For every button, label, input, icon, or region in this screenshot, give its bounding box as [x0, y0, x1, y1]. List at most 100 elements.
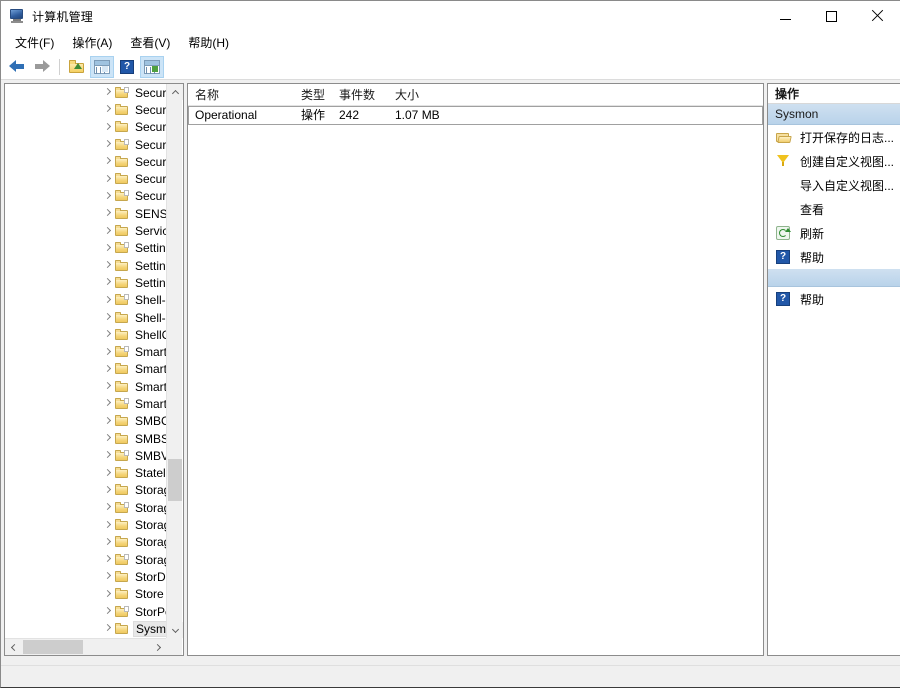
vertical-scroll-thumb[interactable]: [168, 459, 182, 501]
close-button[interactable]: [854, 1, 900, 31]
scroll-down-button[interactable]: [167, 622, 183, 638]
chevron-right-icon[interactable]: [102, 555, 112, 565]
tree-item[interactable]: Smart: [5, 361, 166, 378]
tree-item[interactable]: Sysmo: [5, 620, 166, 637]
menu-action[interactable]: 操作(A): [63, 31, 121, 55]
tree-item[interactable]: SENS: [5, 205, 166, 222]
help-button[interactable]: ?: [115, 56, 139, 78]
tree-item[interactable]: Shell-: [5, 292, 166, 309]
chevron-right-icon[interactable]: [102, 140, 112, 150]
action-help[interactable]: ? 帮助: [768, 245, 900, 269]
tree-item[interactable]: Smart: [5, 378, 166, 395]
up-one-level-button[interactable]: [65, 56, 89, 78]
tree-item[interactable]: Statel: [5, 465, 166, 482]
chevron-right-icon[interactable]: [102, 122, 112, 132]
chevron-right-icon[interactable]: [102, 157, 112, 167]
chevron-right-icon[interactable]: [102, 572, 112, 582]
action-help-secondary[interactable]: ? 帮助: [768, 287, 900, 311]
action-create-custom-view[interactable]: 创建自定义视图...: [768, 149, 900, 173]
chevron-right-icon[interactable]: [102, 416, 112, 426]
chevron-right-icon[interactable]: [102, 589, 112, 599]
tree-item[interactable]: StorD: [5, 568, 166, 585]
maximize-button[interactable]: [808, 1, 854, 31]
back-button[interactable]: [5, 56, 29, 78]
folder-icon: [115, 605, 129, 618]
tree-item[interactable]: Storag: [5, 534, 166, 551]
chevron-right-icon[interactable]: [102, 607, 112, 617]
tree-item[interactable]: Store: [5, 586, 166, 603]
chevron-right-icon[interactable]: [102, 226, 112, 236]
column-event-count[interactable]: 事件数: [332, 84, 388, 106]
tree-item[interactable]: Settin: [5, 257, 166, 274]
tree-item[interactable]: Storag: [5, 482, 166, 499]
open-folder-icon: [776, 130, 792, 144]
tree-item[interactable]: Smart: [5, 395, 166, 412]
chevron-right-icon[interactable]: [102, 105, 112, 115]
chevron-right-icon[interactable]: [102, 468, 112, 478]
tree-vertical-scrollbar[interactable]: [166, 84, 183, 638]
action-view[interactable]: 查看: [768, 197, 900, 221]
chevron-right-icon[interactable]: [102, 434, 112, 444]
chevron-right-icon[interactable]: [102, 209, 112, 219]
chevron-right-icon[interactable]: [102, 330, 112, 340]
tree-item[interactable]: Secur: [5, 170, 166, 187]
chevron-right-icon[interactable]: [102, 399, 112, 409]
table-row[interactable]: Operational 操作 242 1.07 MB: [188, 106, 763, 125]
scroll-left-button[interactable]: [5, 639, 21, 655]
tree-item[interactable]: Storag: [5, 516, 166, 533]
tree-item[interactable]: Secur: [5, 136, 166, 153]
tree-item[interactable]: SMBC: [5, 413, 166, 430]
action-refresh[interactable]: 刷新: [768, 221, 900, 245]
chevron-left-icon: [10, 643, 18, 651]
tree-item[interactable]: Settin: [5, 240, 166, 257]
action-import-custom-view[interactable]: 导入自定义视图...: [768, 173, 900, 197]
horizontal-scroll-thumb[interactable]: [23, 640, 83, 654]
show-hide-console-tree-button[interactable]: [90, 55, 114, 78]
tree-horizontal-scrollbar[interactable]: [5, 638, 166, 655]
tree-item[interactable]: Secur: [5, 188, 166, 205]
chevron-right-icon[interactable]: [102, 88, 112, 98]
tree-item[interactable]: Storag: [5, 499, 166, 516]
chevron-right-icon[interactable]: [102, 520, 112, 530]
action-open-saved-log[interactable]: 打开保存的日志...: [768, 125, 900, 149]
tree-item[interactable]: Storag: [5, 551, 166, 568]
chevron-right-icon[interactable]: [102, 191, 112, 201]
column-name[interactable]: 名称: [188, 84, 294, 106]
chevron-right-icon[interactable]: [102, 278, 112, 288]
tree-item[interactable]: SMBS: [5, 430, 166, 447]
tree-item[interactable]: Secur: [5, 119, 166, 136]
minimize-button[interactable]: [762, 1, 808, 31]
chevron-right-icon[interactable]: [102, 382, 112, 392]
menu-help[interactable]: 帮助(H): [179, 31, 238, 55]
menu-file[interactable]: 文件(F): [6, 31, 63, 55]
tree-item[interactable]: Servic: [5, 222, 166, 239]
chevron-right-icon[interactable]: [102, 261, 112, 271]
chevron-right-icon[interactable]: [102, 451, 112, 461]
chevron-right-icon[interactable]: [102, 313, 112, 323]
column-type[interactable]: 类型: [294, 84, 332, 106]
chevron-right-icon[interactable]: [102, 364, 112, 374]
chevron-right-icon[interactable]: [102, 485, 112, 495]
tree-item[interactable]: StorPe: [5, 603, 166, 620]
chevron-right-icon[interactable]: [102, 503, 112, 513]
tree-item[interactable]: ShellC: [5, 326, 166, 343]
show-hide-action-pane-button[interactable]: [140, 55, 164, 78]
chevron-right-icon[interactable]: [102, 537, 112, 547]
tree-item[interactable]: Secur: [5, 101, 166, 118]
tree-item[interactable]: Secur: [5, 153, 166, 170]
chevron-right-icon[interactable]: [102, 243, 112, 253]
tree-item[interactable]: Settin: [5, 274, 166, 291]
tree-item[interactable]: SMBV: [5, 447, 166, 464]
forward-button[interactable]: [30, 56, 54, 78]
chevron-right-icon[interactable]: [102, 295, 112, 305]
menu-view[interactable]: 查看(V): [121, 31, 179, 55]
tree-item[interactable]: Secur: [5, 84, 166, 101]
tree-item[interactable]: Smart: [5, 343, 166, 360]
scroll-up-button[interactable]: [167, 84, 183, 100]
chevron-right-icon[interactable]: [102, 174, 112, 184]
column-size[interactable]: 大小: [388, 84, 508, 106]
scroll-right-button[interactable]: [150, 639, 166, 655]
chevron-right-icon[interactable]: [102, 347, 112, 357]
chevron-right-icon[interactable]: [102, 624, 112, 634]
tree-item[interactable]: Shell-: [5, 309, 166, 326]
